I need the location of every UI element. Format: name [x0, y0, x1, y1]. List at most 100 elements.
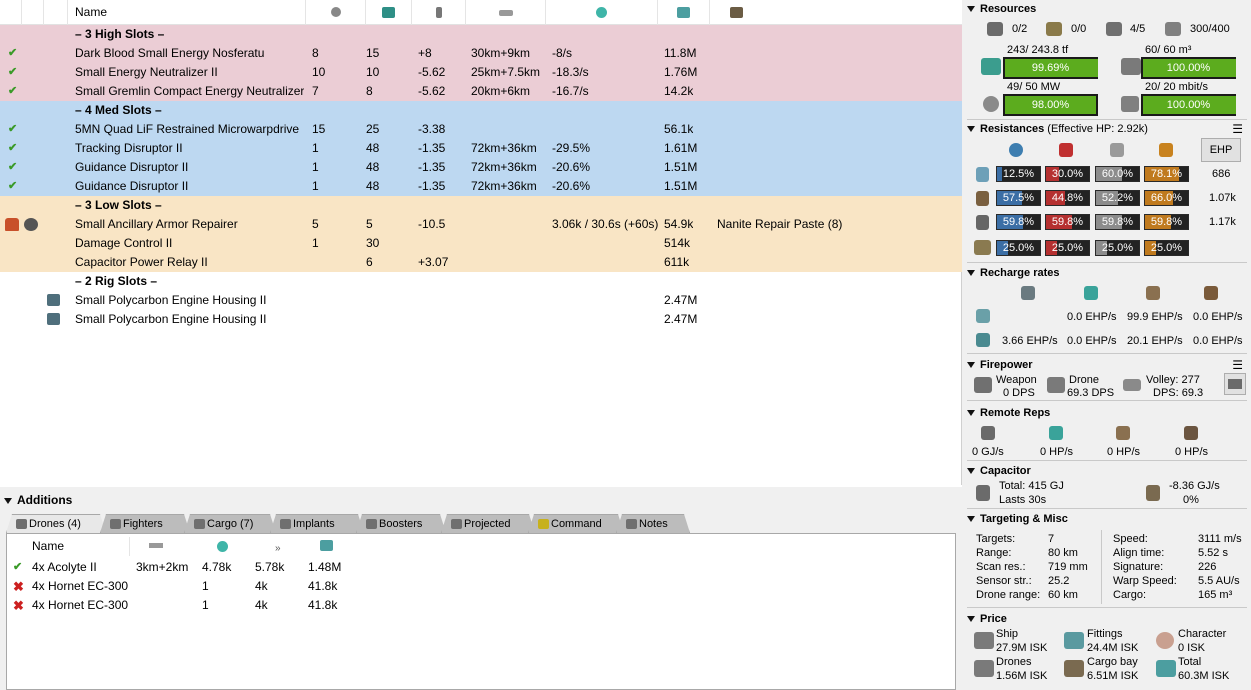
- module-row[interactable]: Small Polycarbon Engine Housing II 2.47M: [0, 291, 962, 310]
- targeting-header[interactable]: Targeting & Misc: [967, 512, 1247, 526]
- online-check-icon[interactable]: ✔: [8, 44, 17, 63]
- collapse-icon[interactable]: [967, 126, 975, 133]
- module-row[interactable]: ✔ Small Gremlin Compact Energy Neutraliz…: [0, 82, 962, 101]
- collapse-icon[interactable]: [967, 468, 975, 475]
- recharge-value: 0.0 EHP/s: [1193, 311, 1243, 323]
- additions-header[interactable]: Additions: [4, 493, 72, 507]
- module-row[interactable]: ✔ Small Energy Neutralizer II 10 10 -5.6…: [0, 63, 962, 82]
- online-check-icon[interactable]: ✔: [8, 139, 17, 158]
- drone-stat-a: 4.78k: [202, 560, 232, 574]
- module-cap-use: -16.7/s: [552, 84, 589, 98]
- module-row[interactable]: Capacitor Power Relay II 6 +3.07 611k: [0, 253, 962, 272]
- resistance-cell: 59.8%: [1095, 214, 1140, 230]
- collapse-icon[interactable]: [967, 270, 975, 277]
- module-cap-use: 3.06k / 30.6s (+60s): [552, 217, 659, 231]
- col-capacitor[interactable]: [412, 0, 466, 25]
- tab-boosters[interactable]: Boosters: [356, 514, 446, 533]
- module-row[interactable]: Small Ancillary Armor Repairer 5 5 -10.5…: [0, 215, 962, 234]
- resistance-value: 59.8%: [1051, 216, 1084, 228]
- collapse-icon[interactable]: [967, 362, 975, 369]
- drone-bay-icon: [1165, 22, 1181, 36]
- tab-fighters[interactable]: Fighters: [100, 514, 190, 533]
- col-name[interactable]: Name: [68, 0, 306, 25]
- drone-price: 1.48M: [308, 560, 342, 574]
- module-row[interactable]: Small Polycarbon Engine Housing II 2.47M: [0, 310, 962, 329]
- tab-implants[interactable]: Implants: [270, 514, 364, 533]
- col-state[interactable]: [0, 0, 22, 25]
- collapse-icon[interactable]: [967, 616, 975, 623]
- col-icon-b[interactable]: [44, 0, 68, 25]
- module-cpu: 1: [312, 236, 319, 250]
- module-ammo[interactable]: Nanite Repair Paste (8): [717, 215, 842, 234]
- velocity-icon: »: [275, 543, 281, 554]
- drone-row[interactable]: ✖ 4x Hornet EC-300 1 4k 41.8k: [7, 596, 955, 615]
- capacitor-header[interactable]: Capacitor: [967, 464, 1247, 478]
- resistances-header[interactable]: Resistances (Effective HP: 2.92k) ☰: [967, 122, 1247, 136]
- inactive-x-icon[interactable]: ✖: [13, 577, 24, 596]
- col-cap-use[interactable]: [546, 0, 658, 25]
- hull-ehp: 1.17k: [1209, 216, 1236, 228]
- resistance-cell: 66.0%: [1144, 190, 1189, 206]
- module-row[interactable]: ✔ Guidance Disruptor II 1 48 -1.35 72km+…: [0, 158, 962, 177]
- online-check-icon[interactable]: ✔: [8, 177, 17, 196]
- active-check-icon[interactable]: ✔: [13, 558, 22, 577]
- module-row[interactable]: ✔ Guidance Disruptor II 1 48 -1.35 72km+…: [0, 177, 962, 196]
- collapse-icon[interactable]: [967, 516, 975, 523]
- module-name: Damage Control II: [75, 236, 173, 250]
- tab-drones[interactable]: Drones (4): [6, 514, 106, 533]
- tab-cargo[interactable]: Cargo (7): [184, 514, 276, 533]
- section-med-slots: – 4 Med Slots –: [0, 101, 962, 120]
- collapse-icon[interactable]: [967, 6, 975, 13]
- online-check-icon[interactable]: ✔: [8, 120, 17, 139]
- remote-reps-header[interactable]: Remote Reps: [967, 406, 1247, 420]
- col-icon-a[interactable]: [22, 0, 44, 25]
- drone-stat-b: 4k: [255, 598, 268, 612]
- resistance-value: 25.0%: [1002, 242, 1035, 254]
- tab-command[interactable]: Command: [528, 514, 624, 533]
- col-ammo[interactable]: [710, 0, 962, 25]
- menu-icon[interactable]: ☰: [1232, 358, 1243, 372]
- tab-notes[interactable]: Notes: [616, 514, 690, 533]
- module-price: 1.51M: [664, 179, 698, 193]
- kinetic-icon: [1110, 143, 1124, 157]
- online-check-icon[interactable]: ✔: [8, 158, 17, 177]
- online-check-icon[interactable]: ✔: [8, 63, 17, 82]
- module-row[interactable]: ✔ Tracking Disruptor II 1 48 -1.35 72km+…: [0, 139, 962, 158]
- module-price: 1.51M: [664, 160, 698, 174]
- dps-settings-button[interactable]: [1224, 373, 1246, 395]
- col-price[interactable]: [658, 0, 710, 25]
- collapse-icon[interactable]: [4, 497, 12, 504]
- resistance-value: 59.8%: [1150, 216, 1183, 228]
- overheat-icon[interactable]: [5, 218, 19, 231]
- col-name[interactable]: Name: [32, 537, 64, 556]
- module-name: Capacitor Power Relay II: [75, 255, 208, 269]
- ehp-toggle-button[interactable]: EHP: [1201, 138, 1241, 162]
- drone-row[interactable]: ✖ 4x Hornet EC-300 1 4k 41.8k: [7, 577, 955, 596]
- online-check-icon[interactable]: ✔: [8, 82, 17, 101]
- module-row[interactable]: Damage Control II 1 30 514k: [0, 234, 962, 253]
- col-range[interactable]: [466, 0, 546, 25]
- module-row[interactable]: ✔ 5MN Quad LiF Restrained Microwarpdrive…: [0, 120, 962, 139]
- module-row[interactable]: ✔ Dark Blood Small Energy Nosferatu 8 15…: [0, 44, 962, 63]
- resources-header[interactable]: Resources: [967, 2, 1247, 16]
- price-header[interactable]: Price: [967, 612, 1247, 626]
- drone-row[interactable]: ✔ 4x Acolyte II 3km+2km 4.78k 5.78k 1.48…: [7, 558, 955, 577]
- stat-value: 5.5 AU/s: [1198, 575, 1240, 587]
- firepower-header[interactable]: Firepower ☰: [967, 358, 1247, 372]
- tab-label: Notes: [639, 518, 668, 530]
- stat-value: 226: [1198, 561, 1217, 573]
- module-pg: 48: [366, 179, 380, 193]
- collapse-icon[interactable]: [967, 410, 975, 417]
- drone-name: 4x Hornet EC-300: [32, 579, 129, 593]
- inactive-x-icon[interactable]: ✖: [13, 596, 24, 615]
- drone-stat-b: 5.78k: [255, 560, 285, 574]
- tab-projected[interactable]: Projected: [441, 514, 535, 533]
- module-name: Small Polycarbon Engine Housing II: [75, 312, 267, 326]
- app-window: Name – 3 High Slots – ✔ Dark Blood Small…: [0, 0, 1251, 690]
- section-label: – 4 Med Slots –: [75, 103, 162, 117]
- col-cpu[interactable]: [306, 0, 366, 25]
- tab-label: Command: [551, 518, 602, 530]
- col-powergrid[interactable]: [366, 0, 412, 25]
- menu-icon[interactable]: ☰: [1232, 122, 1243, 136]
- recharge-header[interactable]: Recharge rates: [967, 266, 1247, 280]
